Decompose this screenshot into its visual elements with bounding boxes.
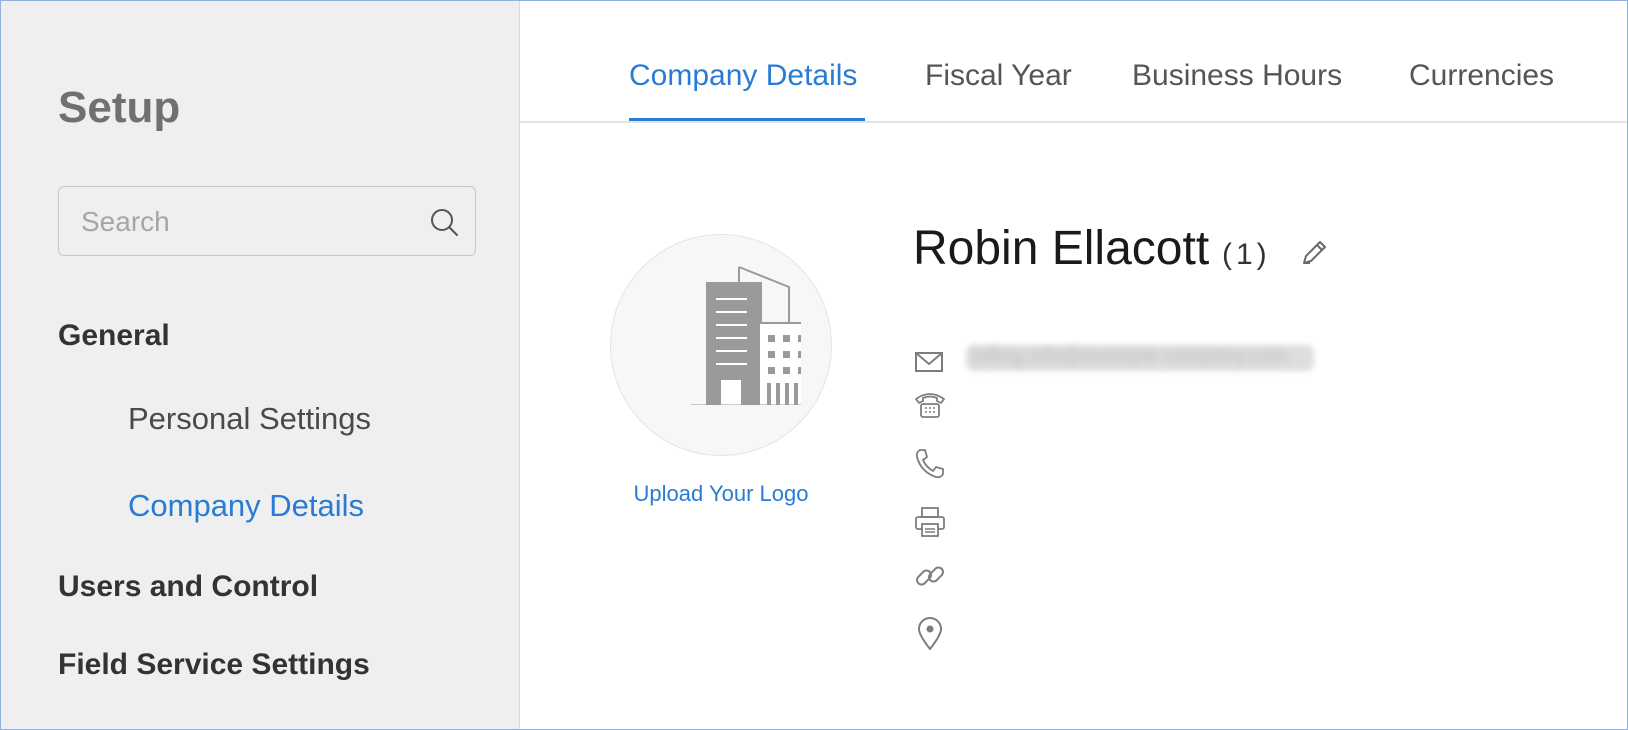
email-value: billing.info@example-company.com [973,345,1288,367]
company-name: Robin Ellacott [913,222,1210,275]
sidebar-item-company-details[interactable]: Company Details [128,488,364,524]
envelope-icon [915,352,943,372]
tab-fiscal-year[interactable]: Fiscal Year [925,59,1072,93]
sidebar-search[interactable] [58,186,476,257]
setup-sidebar: Setup General Personal Settings Company … [1,1,520,729]
company-count: (1) [1222,238,1271,271]
pencil-icon[interactable] [1298,237,1330,269]
search-icon[interactable] [429,207,459,237]
sidebar-group-general[interactable]: General [58,319,170,353]
tab-company-details[interactable]: Company Details [629,59,857,93]
sidebar-group-users-and-control[interactable]: Users and Control [58,570,318,604]
building-icon [691,266,801,405]
sidebar-item-personal-settings[interactable]: Personal Settings [128,401,371,437]
app-window: Setup General Personal Settings Company … [0,0,1628,730]
tab-currencies[interactable]: Currencies [1409,59,1554,93]
upload-logo-link[interactable]: Upload Your Logo [621,481,821,507]
sidebar-group-field-service-settings[interactable]: Field Service Settings [58,648,370,682]
telephone-icon [915,393,945,418]
phone-icon [915,449,944,479]
search-input[interactable] [79,187,413,257]
printer-icon [915,507,945,537]
company-logo-placeholder[interactable] [610,234,832,456]
location-pin-icon [918,617,942,650]
sidebar-title: Setup [58,83,181,132]
active-tab-indicator [629,118,865,121]
tab-business-hours[interactable]: Business Hours [1132,59,1342,93]
link-icon [916,566,944,586]
